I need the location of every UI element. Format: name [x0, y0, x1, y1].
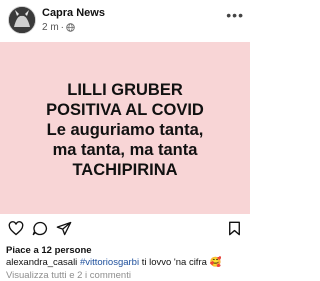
like-icon[interactable] — [8, 221, 24, 236]
post-time: 2 m — [42, 22, 59, 33]
meta-separator: · — [60, 22, 65, 33]
view-all-comments[interactable]: Visualizza tutti e 2 i commenti — [6, 270, 131, 281]
page-avatar[interactable] — [8, 6, 36, 34]
likes-count[interactable]: Piace a 12 persone — [6, 245, 92, 256]
post-line: Le auguriamo tanta, — [46, 121, 204, 139]
post-text: LILLI GRUBER POSITIVA AL COVID Le auguri… — [46, 80, 204, 180]
bookmark-icon[interactable] — [228, 221, 241, 236]
action-bar — [0, 214, 250, 242]
post-image[interactable]: LILLI GRUBER POSITIVA AL COVID Le auguri… — [0, 42, 250, 214]
comment-username[interactable]: alexandra_casali — [6, 257, 77, 268]
post-line: LILLI GRUBER — [67, 81, 183, 99]
post-line: POSITIVA AL COVID — [46, 101, 204, 119]
page-name[interactable]: Capra News — [42, 7, 105, 19]
send-icon[interactable] — [56, 221, 72, 236]
comment: alexandra_casali #vittoriosgarbi ti lovv… — [6, 257, 221, 268]
comment-mention[interactable]: #vittoriosgarbi — [80, 257, 139, 268]
comment-text: ti lovvo 'na cifra 🥰 — [141, 257, 222, 268]
post-line: TACHIPIRINA — [72, 161, 178, 179]
comment-icon[interactable] — [32, 221, 48, 236]
post-meta: 2 m · — [42, 22, 75, 33]
post-line: ma tanta, ma tanta — [52, 141, 198, 159]
more-icon[interactable]: ••• — [226, 8, 244, 22]
globe-icon — [66, 23, 75, 32]
post-header: Capra News 2 m · ••• — [0, 0, 250, 42]
